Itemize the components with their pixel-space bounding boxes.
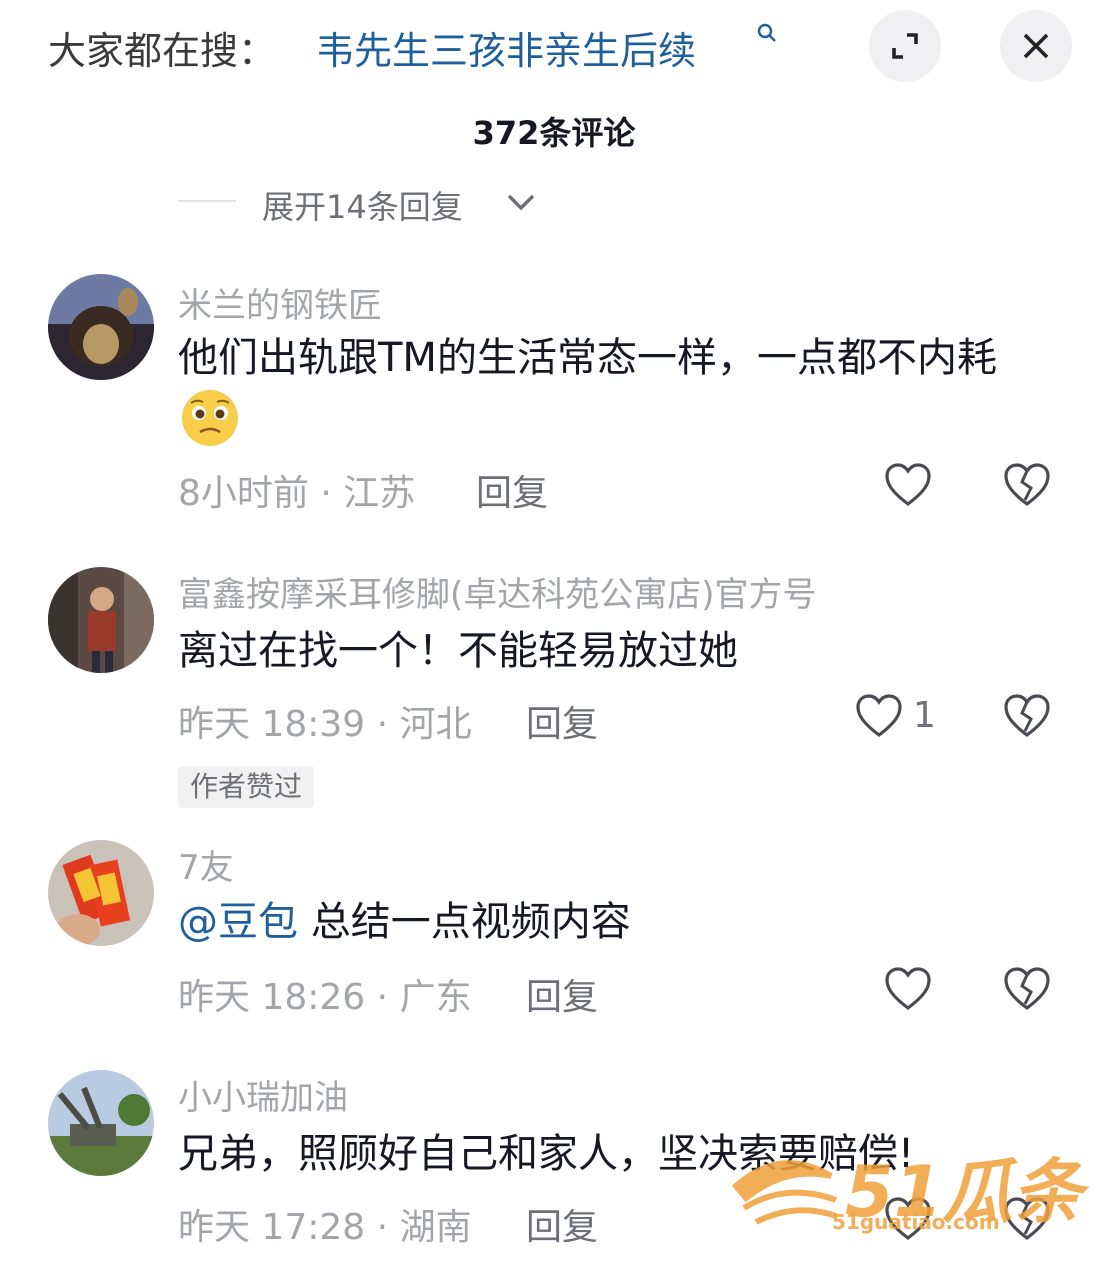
meta-separator: · [376,704,389,745]
close-button[interactable] [1000,10,1072,82]
expand-replies-label: 展开14条回复 [262,188,463,226]
close-icon [1023,33,1049,59]
top-bar: 大家都在搜： 韦先生三孩非亲生后续 [0,0,1108,95]
trending-search-prefix: 大家都在搜： [48,29,277,73]
avatar[interactable] [48,567,154,673]
reply-button[interactable]: 回复 [476,464,548,516]
comment-meta: 昨天 18:26 · 广东 [178,968,472,1020]
avatar[interactable] [48,1070,154,1176]
comment-time: 8小时前 [178,473,309,514]
comment-time: 昨天 18:39 [178,704,366,745]
expand-replies-button[interactable]: 展开14条回复 [178,178,678,228]
avatar[interactable] [48,274,154,380]
chevron-down-icon [507,194,535,211]
comment-time: 昨天 17:28 [178,1207,366,1248]
comment-meta: 8小时前 · 江苏 [178,464,415,516]
reply-button[interactable]: 回复 [526,695,598,747]
watermark-url: 51guatiao.com [832,1210,1000,1234]
like-icon[interactable] [884,966,932,1012]
comment-location: 河北 [399,704,472,745]
search-icon [757,23,776,42]
divider-line [178,200,236,202]
mention-link[interactable]: @豆包 [178,899,298,945]
dislike-icon[interactable] [1003,462,1051,508]
comment-username[interactable]: 7友 [178,840,234,889]
comment-username[interactable]: 米兰的钢铁匠 [178,278,382,327]
comment-time: 昨天 18:26 [178,977,366,1018]
comment-text-body: 他们出轨跟TM的生活常态一样，一点都不内耗 [178,335,997,381]
trending-search-link[interactable]: 韦先生三孩非亲生后续 [316,20,696,75]
comment-count-title: 372条评论 [472,114,636,152]
comment-username[interactable]: 富鑫按摩采耳修脚(卓达科苑公寓店)官方号 [178,567,817,616]
meta-separator: · [320,473,332,514]
pleading-face-emoji [182,390,238,446]
comment-text: 他们出轨跟TM的生活常态一样，一点都不内耗 [178,329,1048,448]
dislike-icon[interactable] [1003,966,1051,1012]
dislike-icon[interactable] [1003,693,1051,739]
comment-text-body: 总结一点视频内容 [298,899,631,945]
reply-button[interactable]: 回复 [526,1198,598,1250]
meta-separator: · [376,1207,389,1248]
like-count: 1 [913,695,936,736]
author-liked-badge: 作者赞过 [178,766,315,808]
comment-text: 离过在找一个！不能轻易放过她 [178,628,738,674]
reply-button[interactable]: 回复 [526,968,598,1020]
comment-location: 广东 [399,977,472,1018]
expand-button[interactable] [869,10,941,82]
comment-location: 江苏 [343,473,416,514]
comment-username[interactable]: 小小瑞加油 [178,1070,348,1119]
meta-separator: · [376,977,389,1018]
comment-text: @豆包 总结一点视频内容 [178,893,1048,951]
avatar[interactable] [48,840,154,946]
like-icon[interactable] [884,462,932,508]
comment-meta: 昨天 17:28 · 湖南 [178,1198,472,1250]
like-icon[interactable] [855,693,903,739]
comment-location: 湖南 [399,1207,472,1248]
expand-icon [892,33,918,59]
comment-meta: 昨天 18:39 · 河北 [178,695,472,747]
